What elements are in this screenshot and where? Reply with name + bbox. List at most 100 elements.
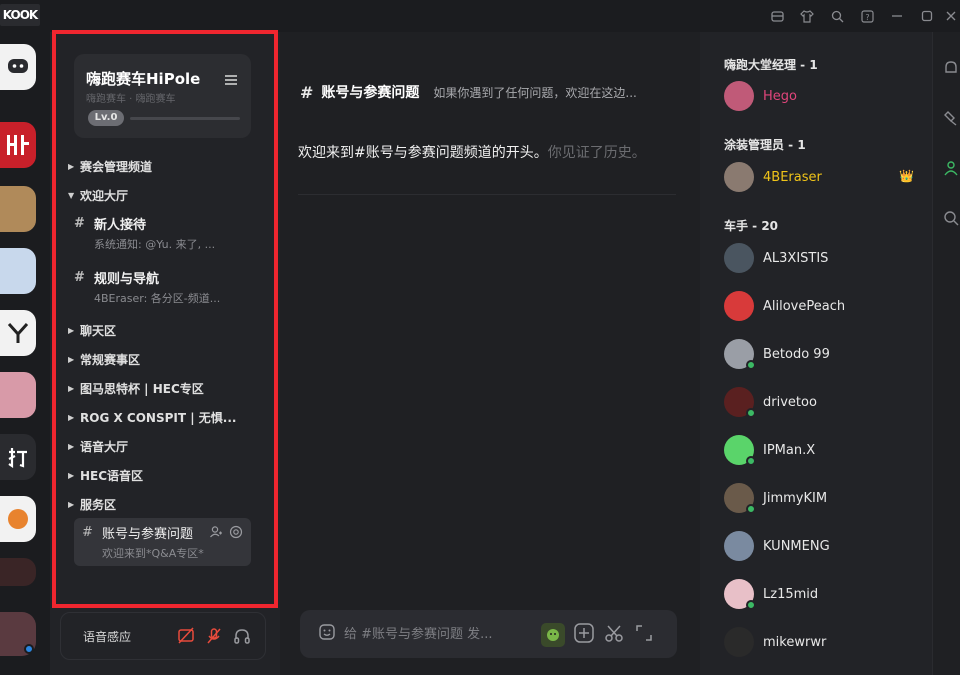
server-icon-racing[interactable] [0, 558, 36, 586]
member-item[interactable]: Betodo 99 [724, 338, 924, 370]
direct-messages-button[interactable] [0, 44, 36, 90]
shirt-icon[interactable] [792, 0, 822, 32]
sticker-icon[interactable] [541, 623, 565, 647]
channel-item-0[interactable]: # 新人接待 系统通知: @Yu. 来了, ... [74, 213, 251, 252]
member-group-title: 嗨跑大堂经理 - 1 [724, 58, 818, 72]
member-item[interactable]: Hego [724, 80, 924, 112]
member-item[interactable]: AL3XISTIS [724, 242, 924, 274]
message-composer [300, 610, 677, 658]
add-icon[interactable] [573, 622, 595, 648]
channel-preview: 系统通知: @Yu. 来了, ... [94, 238, 216, 251]
hash-icon: # [74, 215, 85, 231]
chat-area: # 账号与参赛问题 如果你遇到了任何问题，欢迎在这边... 欢迎来到#账号与参赛… [280, 32, 700, 675]
server-icon-cartoon[interactable] [0, 248, 36, 294]
kook-app: KOOK ? 嗨跑赛车HiPole 嗨跑赛车 · 嗨跑赛车 Lv.0 ▶ 赛会管… [0, 0, 960, 675]
avatar [724, 435, 756, 466]
inbox-icon[interactable] [762, 0, 792, 32]
member-group-title: 涂装管理员 - 1 [724, 138, 806, 152]
chevron-right-icon: ▶ [68, 441, 75, 451]
member-item[interactable]: mikewrwr [724, 626, 924, 658]
expand-icon[interactable] [633, 622, 655, 648]
close-icon[interactable] [942, 0, 960, 32]
emoji-icon[interactable] [318, 623, 336, 645]
menu-icon[interactable] [225, 70, 237, 89]
member-name: mikewrwr [763, 634, 827, 650]
app-logo: KOOK [0, 4, 40, 26]
channel-header: # 账号与参赛问题 如果你遇到了任何问题，欢迎在这边... [300, 82, 661, 102]
chevron-right-icon: ▶ [68, 412, 75, 422]
chevron-right-icon: ▶ [68, 470, 75, 480]
gear-icon[interactable] [229, 524, 243, 543]
category-8[interactable]: ▶ 服务区 [68, 494, 116, 514]
status-dot [24, 644, 34, 654]
microphone-muted-icon[interactable] [205, 627, 223, 649]
search-icon[interactable] [943, 210, 959, 226]
category-6[interactable]: ▶ 语音大厅 [68, 436, 128, 456]
chevron-right-icon: ▶ [68, 325, 75, 335]
server-icon-person[interactable] [0, 186, 36, 232]
member-item[interactable]: drivetoo [724, 386, 924, 418]
member-item[interactable]: IPMan.X [724, 434, 924, 466]
guild-header[interactable]: 嗨跑赛车HiPole 嗨跑赛车 · 嗨跑赛车 Lv.0 [74, 54, 251, 138]
category-2[interactable]: ▶ 聊天区 [68, 320, 116, 340]
member-name: AlilovePeach [763, 298, 846, 314]
category-1[interactable]: ▼ 欢迎大厅 [68, 185, 128, 205]
bell-icon[interactable] [943, 60, 959, 76]
title-bar: KOOK ? [0, 0, 960, 32]
server-icon-da[interactable] [0, 434, 36, 480]
message-input[interactable] [344, 626, 524, 642]
scissors-icon[interactable] [603, 622, 625, 648]
channel-item-active[interactable]: # 账号与参赛问题 欢迎来到*Q&A专区* [74, 518, 251, 566]
channel-sidebar: 嗨跑赛车HiPole 嗨跑赛车 · 嗨跑赛车 Lv.0 ▶ 赛会管理频道 ▼ 欢迎大… [50, 32, 280, 675]
category-3[interactable]: ▶ 常规赛事区 [68, 349, 140, 369]
member-item[interactable]: Lz15mid [724, 578, 924, 610]
category-5[interactable]: ▶ ROG X CONSPIT | 无惧... [68, 407, 236, 427]
server-icon-orange[interactable] [0, 496, 36, 542]
online-status-dot [746, 408, 756, 418]
member-name: Hego [763, 88, 797, 104]
avatar [724, 339, 756, 370]
avatar [724, 291, 754, 321]
welcome-message: 欢迎来到#账号与参赛问题频道的开头。你见证了历史。 [298, 145, 646, 161]
chevron-right-icon: ▶ [68, 161, 75, 171]
member-group-title: 车手 - 20 [724, 219, 779, 233]
headphones-icon[interactable] [233, 627, 251, 649]
category-0[interactable]: ▶ 赛会管理频道 [68, 156, 152, 176]
svg-text:?: ? [865, 13, 869, 22]
channel-title: 账号与参赛问题 [321, 85, 420, 101]
channel-topic[interactable]: 如果你遇到了任何问题，欢迎在这边... [433, 84, 661, 101]
help-icon[interactable]: ? [852, 0, 882, 32]
members-icon[interactable] [943, 160, 959, 176]
level-progress-bar [130, 117, 240, 120]
member-item[interactable]: JimmyKIM [724, 482, 924, 514]
crown-icon: 👑 [899, 169, 914, 183]
online-status-dot [746, 456, 756, 466]
server-icon-anime[interactable] [0, 372, 36, 418]
member-name: Betodo 99 [763, 346, 830, 362]
avatar [724, 579, 756, 610]
voice-activation-label[interactable]: 语音感应 [83, 628, 131, 645]
member-name: JimmyKIM [763, 490, 828, 506]
server-icon-hipole[interactable] [0, 122, 36, 168]
online-status-dot [746, 360, 756, 370]
screen-share-off-icon[interactable] [177, 627, 195, 649]
search-icon[interactable] [822, 0, 852, 32]
channel-item-1[interactable]: # 规则与导航 4BEraser: 各分区-频道... [74, 267, 251, 306]
maximize-icon[interactable] [912, 0, 942, 32]
hash-icon: # [82, 524, 93, 540]
chevron-right-icon: ▶ [68, 354, 75, 364]
category-7[interactable]: ▶ HEC语音区 [68, 465, 143, 485]
category-4[interactable]: ▶ 图马思特杯 | HEC专区 [68, 378, 204, 398]
minimize-icon[interactable] [882, 0, 912, 32]
avatar [724, 483, 756, 514]
hash-icon: # [74, 269, 85, 285]
pin-icon[interactable] [943, 110, 959, 126]
member-name: IPMan.X [763, 442, 816, 458]
user-avatar[interactable] [0, 612, 36, 656]
member-item[interactable]: 4BEraser 👑 [724, 161, 924, 193]
member-item[interactable]: AlilovePeach [724, 290, 924, 322]
add-member-icon[interactable] [209, 524, 223, 543]
member-name: 4BEraser [763, 169, 822, 185]
server-icon-logo-y[interactable] [0, 310, 36, 356]
member-item[interactable]: KUNMENG [724, 530, 924, 562]
